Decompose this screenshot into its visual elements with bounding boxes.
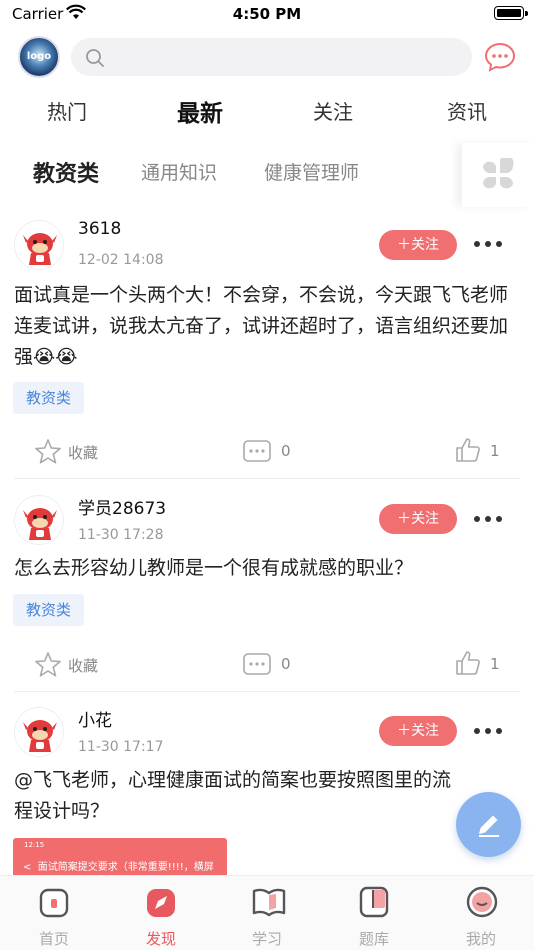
avatar[interactable] <box>14 495 64 545</box>
cow-mascot-icon <box>15 708 63 756</box>
thumbs-up-icon <box>456 651 480 675</box>
follow-button[interactable]: ＋关注 <box>379 504 457 534</box>
tab-latest[interactable]: 最新 <box>145 94 255 132</box>
avatar[interactable] <box>14 220 64 270</box>
tab-discover[interactable]: 发现 <box>108 876 214 950</box>
tab-question-bank[interactable]: 题库 <box>321 876 427 950</box>
battery-icon <box>494 6 528 20</box>
category-tabs: 教资类 通用知识 健康管理师 <box>0 143 534 207</box>
search-bar[interactable] <box>71 38 472 76</box>
search-icon <box>86 49 104 67</box>
post-time: 12-02 14:08 <box>78 252 164 268</box>
tab-following[interactable]: 关注 <box>278 96 388 125</box>
tab-discover-label: 发现 <box>145 930 176 948</box>
post-content[interactable]: 怎么去形容幼儿教师是一个很有成就感的职业？ <box>14 553 520 584</box>
category-tab-teacher-qualification[interactable]: 教资类 <box>33 156 99 188</box>
question-bank-icon <box>359 886 389 918</box>
avatar[interactable] <box>14 707 64 757</box>
more-options-button[interactable] <box>470 509 506 529</box>
cow-mascot-icon <box>15 496 63 544</box>
message-icon[interactable] <box>484 42 516 72</box>
comment-icon <box>243 653 271 675</box>
book-icon <box>252 888 286 917</box>
search-input[interactable] <box>115 38 455 76</box>
favorite-label: 收藏 <box>68 444 99 462</box>
tab-profile-label: 我的 <box>465 930 496 948</box>
top-bar: logo <box>0 36 534 80</box>
follow-button[interactable]: ＋关注 <box>379 716 457 746</box>
star-icon <box>35 439 61 464</box>
post-content[interactable]: 面试真是一个头两个大！不会穿，不会说，今天跟飞飞老师连麦试讲，说我太亢奋了，试讲… <box>14 280 520 373</box>
tab-home-label: 首页 <box>38 930 69 948</box>
star-icon <box>35 652 61 677</box>
category-grid-button[interactable] <box>462 143 534 207</box>
post-content[interactable]: @飞飞老师，心理健康面试的简案也要按照图里的流程设计吗？ <box>14 765 454 827</box>
discover-icon <box>147 889 175 917</box>
thumbs-up-icon <box>456 438 480 462</box>
post-image[interactable]: 12:15 < 面试简案提交要求（非常重要!!!!，横屏 <box>13 838 227 875</box>
like-count: 1 <box>490 442 500 460</box>
more-options-button[interactable] <box>470 234 506 254</box>
post-username[interactable]: 学员28673 <box>78 494 166 519</box>
like-count: 1 <box>490 655 500 673</box>
comment-icon <box>243 440 271 462</box>
follow-button[interactable]: ＋关注 <box>379 230 457 260</box>
status-time: 4:50 PM <box>232 5 302 23</box>
tab-profile[interactable]: 我的 <box>428 876 534 950</box>
post-username[interactable]: 小花 <box>78 706 112 731</box>
smile-icon <box>466 886 498 918</box>
more-options-button[interactable] <box>470 721 506 741</box>
post-time: 11-30 17:28 <box>78 527 164 543</box>
tab-news[interactable]: 资讯 <box>412 96 522 125</box>
tab-study[interactable]: 学习 <box>214 876 320 950</box>
bottom-tab-bar: 首页 发现 学习 题库 我的 <box>0 875 534 950</box>
divider <box>14 691 520 692</box>
tab-question-bank-label: 题库 <box>358 930 389 948</box>
tab-study-label: 学习 <box>251 930 282 948</box>
post-username[interactable]: 3618 <box>78 219 121 239</box>
category-tab-general-knowledge[interactable]: 通用知识 <box>141 158 217 185</box>
post-tag[interactable]: 教资类 <box>13 594 85 626</box>
compose-button[interactable] <box>456 792 521 857</box>
favorite-label: 收藏 <box>68 657 99 675</box>
image-caption: < 面试简案提交要求（非常重要!!!!，横屏 <box>23 862 214 873</box>
comment-count: 0 <box>281 655 291 673</box>
home-icon <box>39 888 69 918</box>
tab-home[interactable]: 首页 <box>1 876 107 950</box>
post-time: 11-30 17:17 <box>78 739 164 755</box>
status-bar: Carrier 4:50 PM <box>0 0 534 30</box>
clover-grid-icon <box>482 158 514 189</box>
comment-count: 0 <box>281 442 291 460</box>
category-tab-health-manager[interactable]: 健康管理师 <box>264 158 359 185</box>
divider <box>14 478 520 479</box>
cow-mascot-icon <box>15 221 63 269</box>
tab-hot[interactable]: 热门 <box>12 96 122 125</box>
post-tag[interactable]: 教资类 <box>13 382 85 414</box>
user-avatar[interactable]: logo <box>18 36 60 78</box>
pencil-icon <box>479 815 499 837</box>
main-tabs: 热门 最新 关注 资讯 <box>0 96 534 132</box>
image-status-time: 12:15 <box>24 841 45 849</box>
